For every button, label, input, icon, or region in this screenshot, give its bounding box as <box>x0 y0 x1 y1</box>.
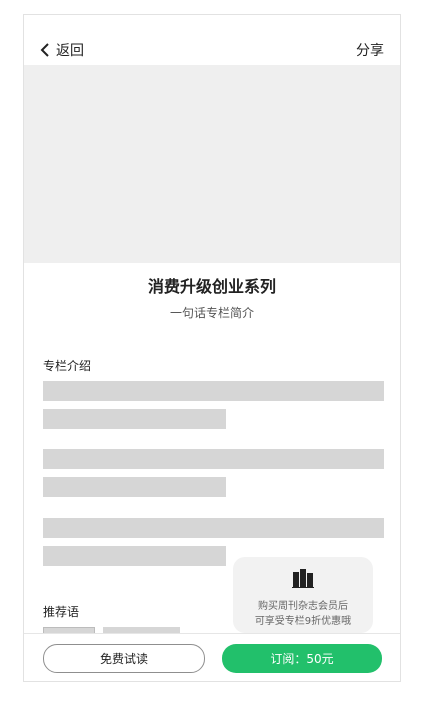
phone-frame: 返回 分享 消费升级创业系列 一句话专栏简介 专栏介绍 推荐语 购买周刊杂志会员… <box>23 14 401 682</box>
intro-text-placeholder <box>43 518 384 538</box>
book-icon <box>292 568 314 592</box>
share-button[interactable]: 分享 <box>356 40 384 60</box>
intro-text-placeholder <box>43 409 226 429</box>
intro-text-placeholder <box>43 381 384 401</box>
bottom-action-bar: 免费试读 订阅：50元 <box>24 633 400 681</box>
back-label: 返回 <box>56 43 84 59</box>
intro-text-placeholder <box>43 477 226 497</box>
cover-image-placeholder <box>24 65 400 263</box>
tip-line-2: 可享受专栏9折优惠哦 <box>254 616 352 627</box>
intro-text-placeholder <box>43 449 384 469</box>
back-button[interactable]: 返回 <box>40 40 84 60</box>
subscribe-button[interactable]: 订阅：50元 <box>222 644 382 673</box>
chevron-left-icon <box>40 43 50 57</box>
column-title: 消费升级创业系列 <box>147 277 276 296</box>
tip-line-1: 购买周刊杂志会员后 <box>258 601 348 612</box>
intro-text-placeholder <box>43 546 226 566</box>
column-subtitle: 一句话专栏简介 <box>169 306 254 320</box>
free-trial-button[interactable]: 免费试读 <box>43 644 205 673</box>
recommend-heading: 推荐语 <box>43 605 80 619</box>
member-discount-tip[interactable]: 购买周刊杂志会员后 可享受专栏9折优惠哦 <box>233 557 373 633</box>
top-bar: 返回 分享 <box>24 15 400 65</box>
intro-heading: 专栏介绍 <box>43 359 92 373</box>
